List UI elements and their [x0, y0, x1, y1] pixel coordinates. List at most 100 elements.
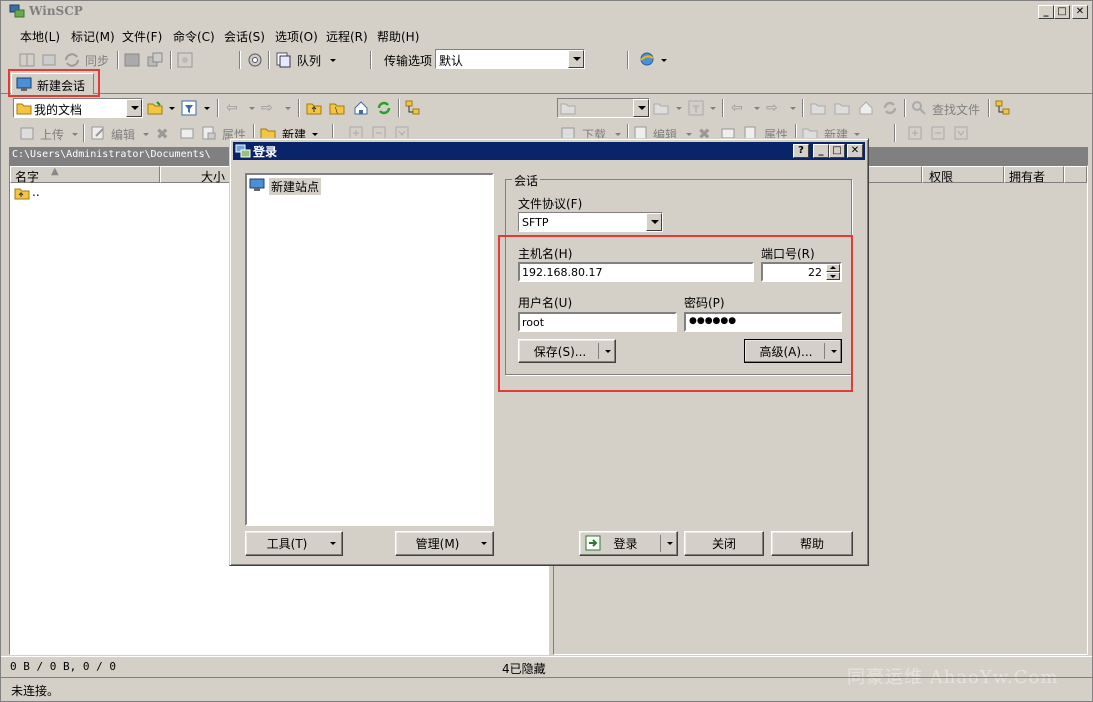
right-filter-icon[interactable]	[688, 100, 704, 116]
window-title: WinSCP	[29, 4, 83, 18]
left-path-text: C:\Users\Administrator\Documents\	[12, 149, 211, 160]
site-tree[interactable]: 新建站点	[245, 173, 494, 526]
right-invert-selection-icon[interactable]	[954, 126, 970, 142]
tree-icon[interactable]	[405, 100, 421, 116]
queue-label[interactable]: 队列	[297, 52, 321, 69]
right-location-select[interactable]	[557, 98, 650, 118]
right-open-folder-icon[interactable]	[653, 100, 669, 116]
menu-session[interactable]: 会话(S)	[224, 28, 265, 45]
table-row[interactable]: ..	[14, 185, 154, 201]
status-bytes: 0 B / 0 B, 0 / 0	[10, 660, 116, 673]
site-list-item[interactable]: 新建站点	[249, 177, 369, 195]
sync-browse-icon[interactable]	[41, 52, 57, 68]
menu-local[interactable]: 本地(L)	[20, 28, 60, 45]
folder-icon	[16, 100, 32, 116]
right-home-icon[interactable]	[858, 100, 874, 116]
disabled-folder-icon	[560, 100, 576, 116]
console-icon[interactable]	[124, 52, 140, 68]
manage-button[interactable]: 管理(M)	[395, 531, 494, 556]
status-bar-transfer: 0 B / 0 B, 0 / 0 4已隐藏 同豪运维 AhaoYw.Com	[1, 656, 1092, 688]
right-forward-arrow-icon[interactable]: ⇨	[766, 100, 782, 116]
minimize-button[interactable]: _	[1038, 5, 1054, 19]
login-dialog-icon	[235, 143, 251, 159]
svg-text:\: \	[335, 106, 338, 115]
login-help-button[interactable]: ?	[793, 144, 809, 158]
login-dialog-title: 登录	[253, 145, 278, 159]
status-hidden: 4已隐藏	[502, 662, 546, 676]
menu-files[interactable]: 文件(F)	[122, 28, 162, 45]
home-icon[interactable]	[353, 100, 369, 116]
parent-dir-icon[interactable]	[306, 100, 322, 116]
left-location-select[interactable]: 我的文档	[13, 98, 143, 118]
parent-folder-icon	[14, 185, 30, 201]
login-minimize-button[interactable]: _	[813, 144, 829, 158]
menu-mark[interactable]: 标记(M)	[71, 28, 115, 45]
upload-icon[interactable]	[19, 125, 35, 141]
edit-icon[interactable]	[90, 125, 106, 141]
rename-icon[interactable]	[179, 125, 195, 141]
right-back-arrow-icon[interactable]: ⇦	[731, 100, 747, 116]
right-root-dir-icon[interactable]	[834, 100, 850, 116]
find-files-label[interactable]: 查找文件	[932, 101, 980, 118]
properties-icon[interactable]	[201, 125, 217, 141]
protocol-select[interactable]: SFTP	[518, 212, 663, 232]
maximize-button[interactable]: □	[1054, 5, 1070, 19]
winscp-app-icon	[9, 3, 25, 19]
delete-icon[interactable]: ✖	[156, 125, 172, 143]
column-header-permissions[interactable]: 权限	[922, 166, 1004, 184]
root-dir-icon[interactable]: \	[329, 100, 345, 116]
transfer-settings-select[interactable]: 默认	[435, 49, 585, 69]
close-dialog-button[interactable]: 关闭	[684, 531, 764, 556]
right-tree-icon[interactable]	[995, 100, 1011, 116]
edit-label[interactable]: 编辑	[111, 126, 135, 143]
highlight-credentials	[498, 235, 853, 392]
right-unselect-icon[interactable]	[931, 126, 947, 142]
login-enter-icon	[585, 535, 601, 551]
putty-icon[interactable]	[147, 52, 163, 68]
right-select-all-icon[interactable]	[908, 126, 924, 142]
open-folder-icon[interactable]	[147, 100, 163, 116]
menu-remote[interactable]: 远程(R)	[326, 28, 368, 45]
menu-help[interactable]: 帮助(H)	[377, 28, 419, 45]
preferences-icon[interactable]	[247, 52, 263, 68]
queue-icon[interactable]	[275, 52, 291, 68]
filter-icon[interactable]	[181, 100, 197, 116]
sync-label[interactable]: 同步	[85, 52, 109, 69]
find-files-icon[interactable]	[911, 100, 927, 116]
upload-label[interactable]: 上传	[40, 126, 64, 143]
refresh-icon[interactable]	[376, 100, 392, 116]
help-button[interactable]: 帮助	[771, 531, 853, 556]
session-tabs	[1, 72, 1092, 94]
highlight-new-session-tab	[8, 69, 100, 97]
sync-icon[interactable]	[64, 52, 80, 68]
menu-bar: 本地(L) 标记(M) 文件(F) 命令(C) 会话(S) 选项(O) 远程(R…	[1, 24, 1092, 46]
new-site-icon	[249, 177, 265, 193]
column-header-name[interactable]: 名字 ▲	[10, 166, 160, 184]
right-refresh-icon[interactable]	[882, 100, 898, 116]
sort-ascending-icon: ▲	[51, 166, 59, 177]
menu-options[interactable]: 选项(O)	[275, 28, 318, 45]
right-panel-toolbar: ⇦ ⇨ 查找文件	[552, 96, 1092, 120]
explorer-globe-icon[interactable]	[639, 51, 655, 67]
menu-commands[interactable]: 命令(C)	[173, 28, 215, 45]
column-header-owner[interactable]: 拥有者	[1004, 166, 1064, 184]
login-button[interactable]: 登录	[579, 531, 678, 556]
login-maximize-button[interactable]: □	[829, 144, 845, 158]
back-arrow-icon[interactable]: ⇦	[226, 100, 242, 116]
window-titlebar[interactable]: WinSCP _ □ ✕	[1, 1, 1092, 22]
main-toolbar: 同步 队列 传输选项 默认	[1, 47, 1092, 73]
transfer-settings-label: 传输选项	[384, 54, 433, 68]
login-dialog-titlebar[interactable]: 登录 ? _ □ ✕	[233, 142, 865, 160]
compare-dirs-icon[interactable]	[19, 52, 35, 68]
left-panel-toolbar: 我的文档 ⇦ ⇨ \	[1, 96, 549, 120]
pageant-icon[interactable]	[177, 52, 193, 68]
status-connection: 未连接。	[11, 684, 60, 698]
login-close-button[interactable]: ✕	[847, 144, 863, 158]
right-parent-dir-icon[interactable]	[810, 100, 826, 116]
tools-button[interactable]: 工具(T)	[245, 531, 343, 556]
close-button[interactable]: ✕	[1072, 5, 1088, 19]
protocol-label: 文件协议(F)	[518, 197, 583, 211]
column-header-size[interactable]: 大小	[160, 166, 232, 184]
forward-arrow-icon[interactable]: ⇨	[261, 100, 277, 116]
status-bar-connection: 未连接。	[1, 677, 1092, 701]
